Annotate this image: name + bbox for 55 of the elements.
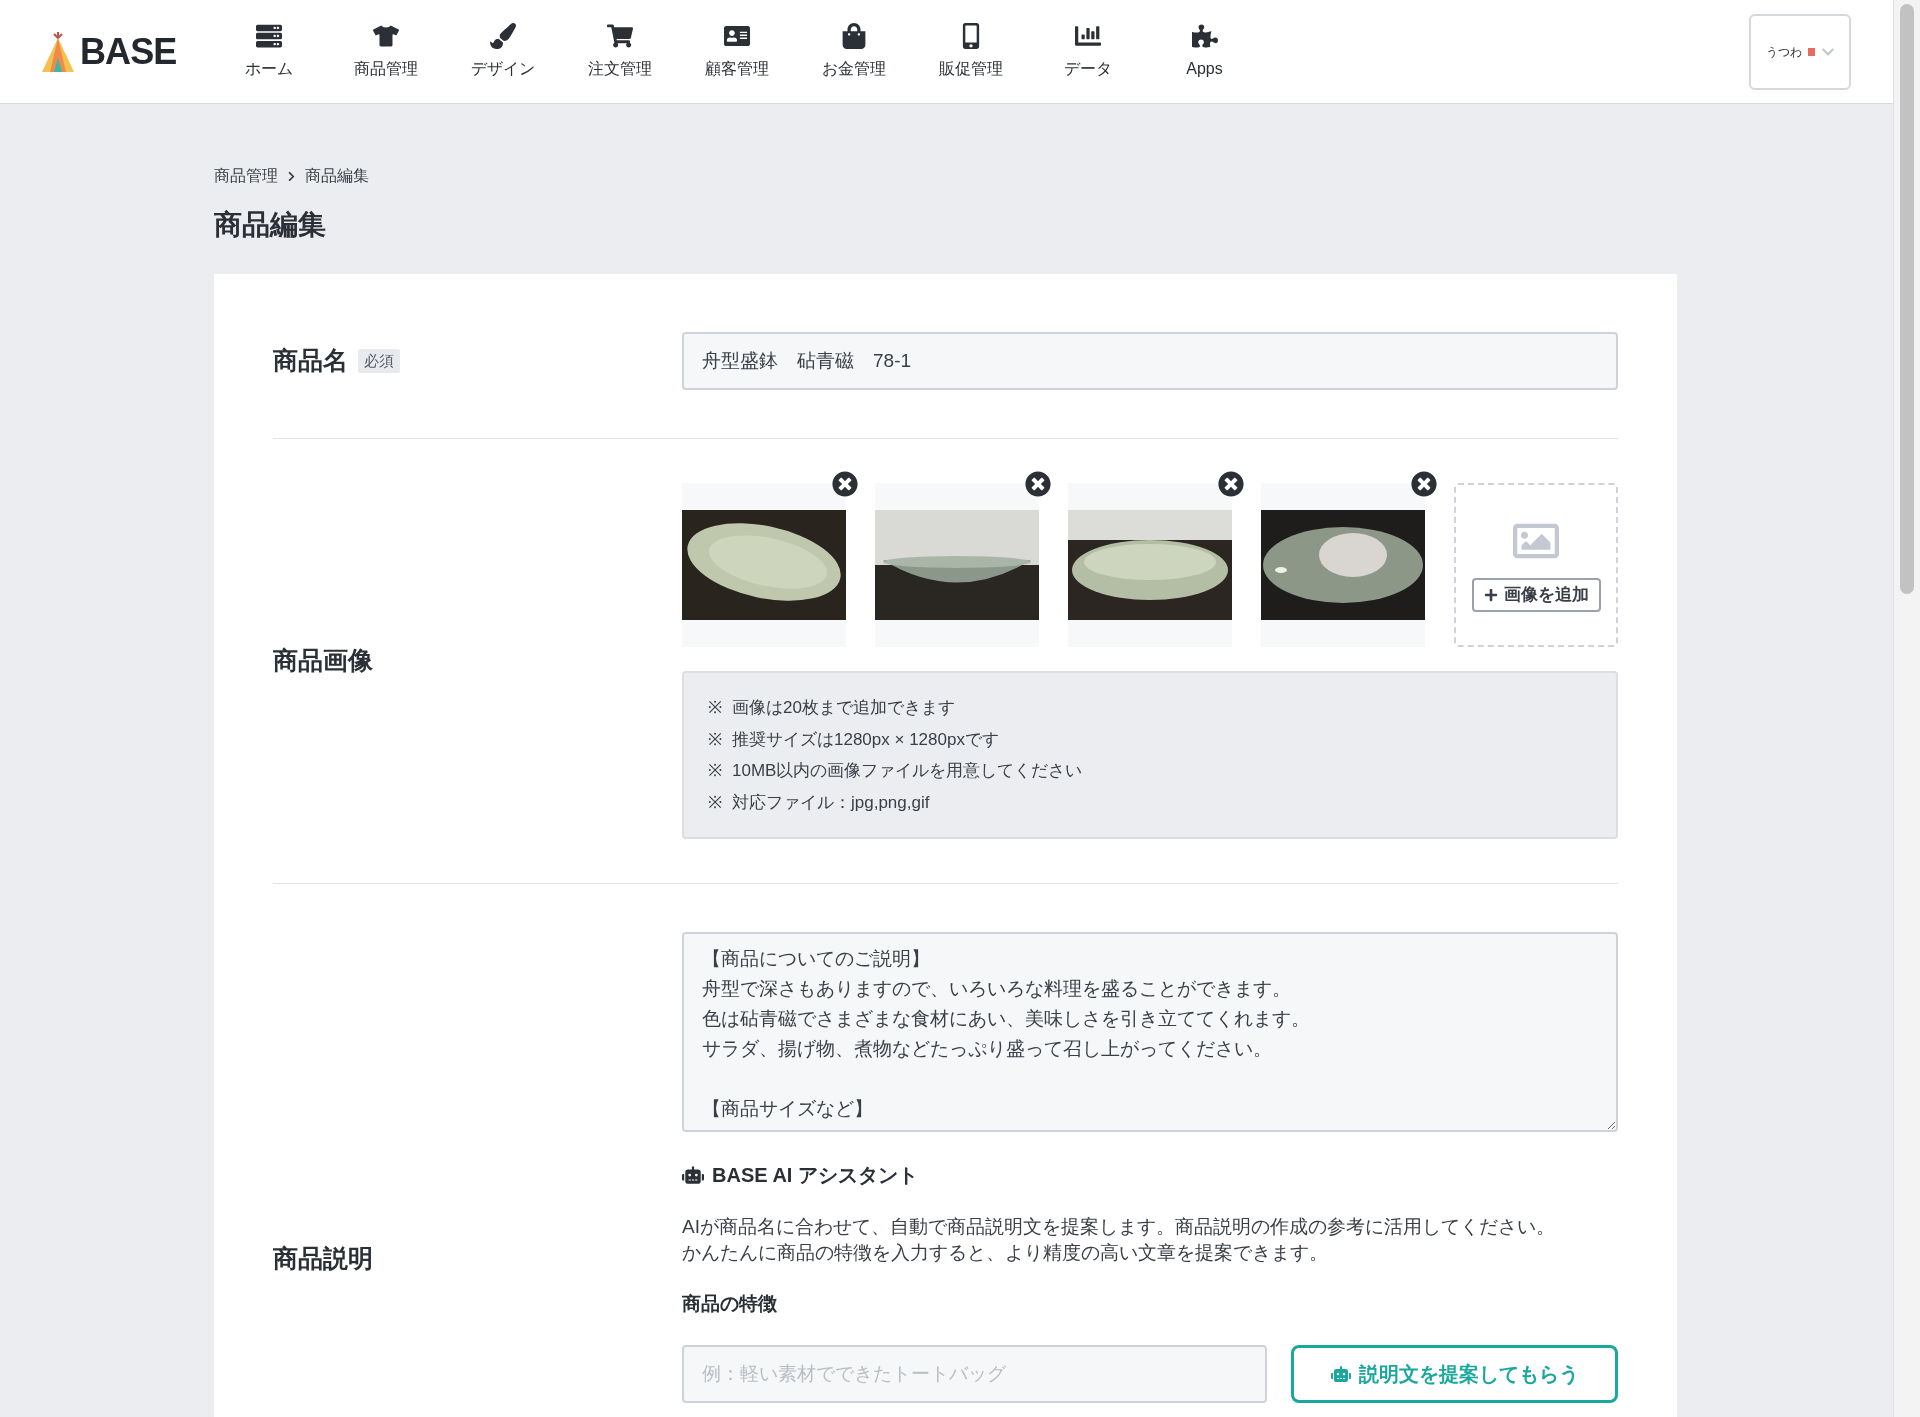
- note-text: 推奨サイズは1280px × 1280pxです: [732, 728, 999, 751]
- nav-item[interactable]: 顧客管理: [678, 0, 795, 104]
- chevron-right-icon: [286, 170, 297, 182]
- add-image-area[interactable]: 画像を追加: [1454, 483, 1618, 647]
- remove-image-button[interactable]: [1025, 471, 1051, 497]
- nav-item[interactable]: 注文管理: [561, 0, 678, 104]
- note-text: 対応ファイル：jpg,png,gif: [732, 791, 930, 814]
- nav-item[interactable]: データ: [1029, 0, 1146, 104]
- stack-icon: [255, 22, 282, 49]
- remove-image-button[interactable]: [1218, 471, 1244, 497]
- nav-item[interactable]: 販促管理: [912, 0, 1029, 104]
- note-mark: ※: [708, 728, 722, 751]
- nav-item[interactable]: 商品管理: [327, 0, 444, 104]
- nav-item[interactable]: Apps: [1146, 0, 1263, 104]
- remove-image-button[interactable]: [1411, 471, 1437, 497]
- breadcrumb-current: 商品編集: [305, 166, 369, 186]
- description-field[interactable]: 【商品についてのご説明】 舟型で深さもありますので、いろいろな料理を盛ることができます。 色は砧青磁でさまざまな食材にあい、美味しさを引き立ててくれます。 サラダ、揚げ物、煮物などたっぷり盛って召し上がってください。 【商品サイズなど】: [682, 932, 1618, 1132]
- close-icon: [832, 471, 858, 497]
- close-icon: [1218, 471, 1244, 497]
- ai-assistant-title: BASE AI アシスタント: [712, 1163, 918, 1188]
- note-mark: ※: [708, 760, 722, 782]
- feature-input-field[interactable]: 例：軽い素材でできたトートバッグ: [682, 1344, 1267, 1403]
- feature-label: 商品の特徴: [682, 1292, 777, 1316]
- required-tag: 必須: [358, 348, 400, 374]
- ai-description-text: AIが商品名に合わせて、自動で商品説明文を提案します。商品説明の作成の参考に活用してください。: [682, 1215, 1556, 1239]
- robot-icon: [682, 1165, 704, 1185]
- tent-logo-icon: [40, 29, 76, 74]
- nav-item[interactable]: ホーム: [210, 0, 327, 104]
- nav-item[interactable]: お金管理: [795, 0, 912, 104]
- note-mark: ※: [708, 791, 722, 814]
- shop-selector[interactable]: うつわ: [1749, 13, 1851, 90]
- robot-icon: [1330, 1364, 1351, 1383]
- field-label: 商品画像: [273, 646, 373, 675]
- bag-icon: [840, 22, 867, 49]
- close-icon: [1025, 471, 1051, 497]
- note-mark: ※: [708, 697, 722, 719]
- brush-icon: [489, 22, 516, 49]
- remove-image-button[interactable]: [832, 471, 858, 497]
- brand-name: BASE: [80, 29, 177, 74]
- field-label: 商品説明: [273, 1244, 373, 1272]
- product-name-field[interactable]: 舟型盛鉢 砧青磁 78-1: [682, 332, 1618, 390]
- nav-item[interactable]: デザイン: [444, 0, 561, 104]
- plus-icon: [1483, 588, 1498, 602]
- breadcrumb-link[interactable]: 商品管理: [214, 164, 278, 188]
- page-title: 商品編集: [214, 208, 326, 242]
- field-label: 商品名: [273, 345, 348, 377]
- scrollbar[interactable]: [1893, 0, 1920, 1417]
- note-text: 画像は20枚まで追加できます: [732, 697, 955, 719]
- puzzle-icon: [1191, 22, 1218, 49]
- stamp-icon: [1807, 47, 1815, 56]
- cart-icon: [606, 22, 633, 49]
- note-text: 10MB以内の画像ファイルを用意してください: [732, 760, 1083, 782]
- add-image-button[interactable]: 画像を追加: [1471, 578, 1601, 612]
- ai-description-text: かんたんに商品の特徴を入力すると、より精度の高い文章を提案できます。: [682, 1241, 1329, 1265]
- close-icon: [1411, 471, 1437, 497]
